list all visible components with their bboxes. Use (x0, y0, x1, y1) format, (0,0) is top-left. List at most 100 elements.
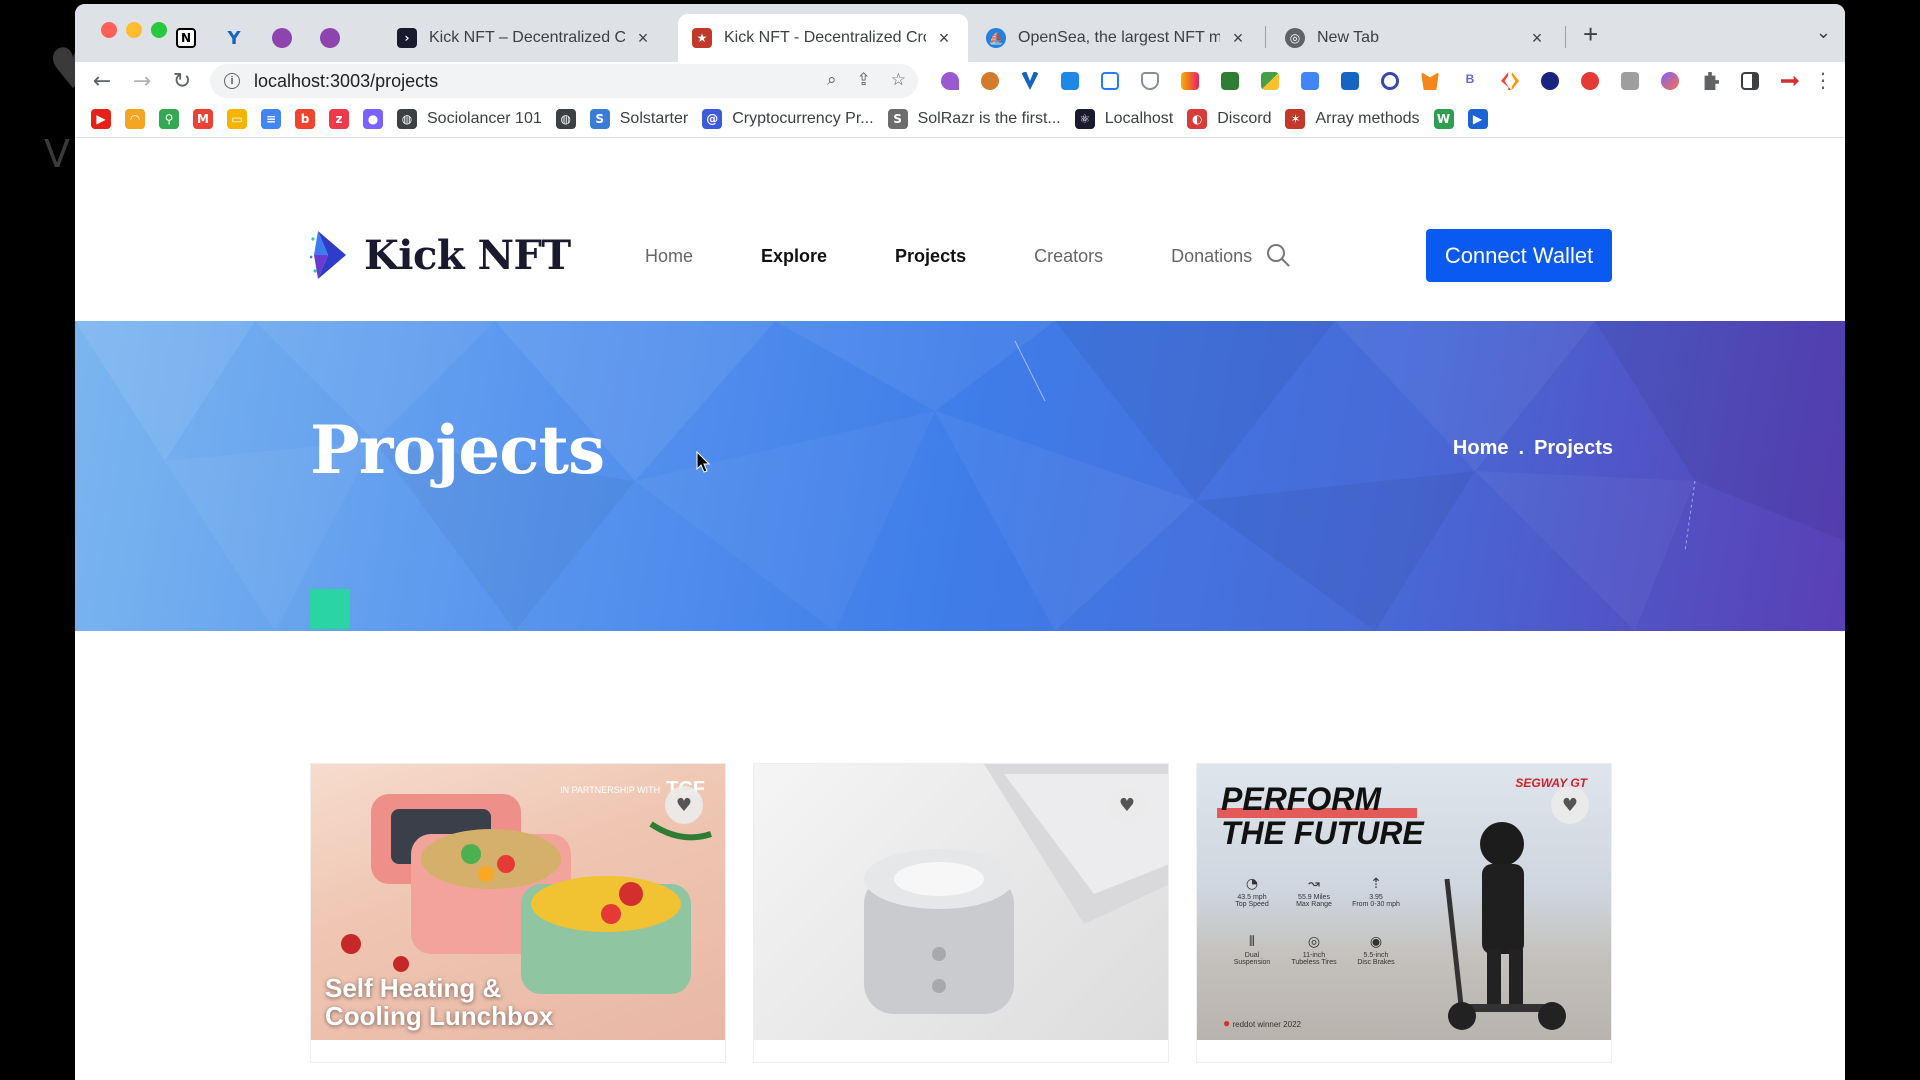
ext-shield-icon[interactable] (1137, 68, 1163, 94)
site-logo[interactable]: Kick NFT (310, 227, 571, 283)
react-icon: ⚛ (1074, 108, 1095, 129)
s-icon: S (887, 108, 908, 129)
bookmark-item[interactable]: ◍ Sociolancer 101 (397, 108, 542, 129)
search-icon[interactable] (1265, 242, 1291, 268)
bookmark-item[interactable]: @ Cryptocurrency Pr... (702, 108, 874, 129)
pinned-tab-podcast-2[interactable] (307, 18, 353, 58)
favorite-heart-icon[interactable]: ♥ (1108, 786, 1146, 824)
bookmark-item[interactable]: z (329, 108, 349, 129)
ext-purple-icon[interactable] (937, 68, 963, 94)
pinned-tab-podcast[interactable] (259, 18, 305, 58)
bookmark-item[interactable]: M (193, 108, 213, 129)
forward-icon[interactable]: → (127, 66, 157, 96)
breadcrumb-home[interactable]: Home (1453, 437, 1509, 460)
bookmark-item[interactable]: ✶ Array methods (1285, 108, 1420, 129)
scooter-photo[interactable]: PERFORM THE FUTURE SEGWAY GT ◔ 43.5 mph To… (1197, 764, 1611, 1040)
bookmark-item[interactable]: ◍ (555, 108, 576, 129)
bookmark-label: Cryptocurrency Pr... (732, 109, 874, 127)
ext-devtools-icon[interactable] (1617, 68, 1643, 94)
bookmark-item[interactable]: ▶ (1467, 108, 1488, 129)
tab-new-tab[interactable]: ◎ New Tab × (1271, 14, 1561, 62)
kick-nft-favicon: › (397, 28, 417, 48)
bookmark-item[interactable]: ◠ (125, 108, 145, 129)
bookmark-item[interactable]: ⚲ (159, 108, 179, 129)
opensea-favicon: ⛵ (986, 28, 1006, 48)
slides-icon: ▭ (227, 108, 247, 129)
tab-search-chevron-icon[interactable]: ⌄ (1816, 22, 1831, 43)
nav-creators[interactable]: Creators (1034, 246, 1103, 267)
address-bar[interactable]: i localhost:3003/projects ⌕ ⇪ ☆ (210, 64, 918, 98)
ext-red-circle-icon[interactable] (1577, 68, 1603, 94)
ext-circle-icon[interactable] (1377, 68, 1403, 94)
bookmark-item[interactable]: ◐ Discord (1187, 108, 1271, 129)
bookmark-item[interactable]: ▶ (91, 108, 111, 129)
ext-vee-icon[interactable] (1017, 68, 1043, 94)
reload-icon[interactable]: ↻ (167, 66, 197, 96)
metamask-icon[interactable] (1417, 68, 1443, 94)
favorite-heart-icon[interactable]: ♥ (1551, 786, 1589, 824)
bookmark-item[interactable]: S SolRazr is the first... (887, 108, 1061, 129)
bookmark-label: SolRazr is the first... (917, 109, 1061, 127)
ext-arrow-icon[interactable] (1777, 68, 1803, 94)
brake-icon: ◉ (1369, 934, 1383, 950)
ext-bookmark-icon[interactable] (1337, 68, 1363, 94)
nav-home[interactable]: Home (645, 246, 693, 267)
tab-kick-nft-1[interactable]: › Kick NFT – Decentralized Crow × (383, 14, 667, 62)
zoom-icon[interactable]: ⌕ (827, 70, 837, 90)
close-tab-icon[interactable]: × (1228, 28, 1248, 48)
project-card[interactable]: PERFORM THE FUTURE SEGWAY GT ◔ 43.5 mph To… (1196, 763, 1612, 1063)
bookmark-item[interactable]: ⚛ Localhost (1074, 108, 1173, 129)
chrome-favicon: ◎ (1285, 28, 1305, 48)
minimize-window-button[interactable] (126, 22, 142, 38)
bookmark-item[interactable]: ● (363, 108, 383, 129)
project-card[interactable]: ♥ (753, 763, 1169, 1063)
bookmark-item[interactable]: b (295, 108, 315, 129)
nav-explore[interactable]: Explore (761, 246, 827, 267)
tab-opensea[interactable]: ⛵ OpenSea, the largest NFT mark × (972, 14, 1262, 62)
site-info-icon[interactable]: i (224, 73, 240, 89)
ext-pen-icon[interactable] (1057, 68, 1083, 94)
bookmark-star-icon[interactable]: ☆ (891, 70, 906, 90)
bookmark-item[interactable]: ≡ (261, 108, 281, 129)
tab-kick-nft-2[interactable]: ★ Kick NFT - Decentralized Crow × (678, 14, 968, 62)
spec-item: ◉ 5.5-inch Disc Brakes (1345, 934, 1407, 966)
close-tab-icon[interactable]: × (934, 28, 954, 48)
podcast-icon-2 (320, 28, 340, 48)
pinned-tab-vee[interactable]: Y (211, 18, 257, 58)
lunchbox-photo[interactable]: IN PARTNERSHIP WITH TCF Self Heating & C… (311, 764, 725, 1040)
browser-menu-icon[interactable]: ⋮ (1813, 68, 1833, 92)
close-tab-icon[interactable]: × (1527, 28, 1547, 48)
ext-b-icon[interactable]: B (1457, 68, 1483, 94)
back-icon[interactable]: ← (87, 66, 117, 96)
favorite-heart-icon[interactable]: ♥ (665, 786, 703, 824)
ext-circles-icon[interactable] (1657, 68, 1683, 94)
new-tab-button[interactable]: + (1583, 21, 1598, 47)
globe-icon: ◍ (397, 108, 417, 129)
ext-w-icon[interactable] (1177, 68, 1203, 94)
speaker-illustration (864, 764, 1168, 1014)
bookmark-item[interactable]: W (1433, 108, 1454, 129)
ext-gear-icon[interactable] (977, 68, 1003, 94)
share-icon[interactable]: ⇪ (857, 70, 871, 90)
nav-projects[interactable]: Projects (895, 246, 966, 267)
bookmark-item[interactable]: S Solstarter (589, 108, 688, 129)
close-tab-icon[interactable]: × (633, 28, 653, 48)
pinned-tab-notion[interactable]: N (163, 18, 209, 58)
side-panel-icon[interactable] (1737, 68, 1763, 94)
brand-name: Kick NFT (364, 231, 571, 279)
ext-dollar-icon[interactable] (1217, 68, 1243, 94)
speaker-photo[interactable]: ♥ (754, 764, 1168, 1040)
bookmark-item[interactable]: ▭ (227, 108, 247, 129)
close-window-button[interactable] (101, 22, 117, 38)
ext-reader-icon[interactable] (1097, 68, 1123, 94)
extensions-puzzle-icon[interactable] (1697, 68, 1723, 94)
ext-code-icon[interactable] (1497, 68, 1523, 94)
nav-donations[interactable]: Donations (1171, 246, 1252, 267)
url-text: localhost:3003/projects (254, 70, 439, 91)
ext-grid-icon[interactable] (1257, 68, 1283, 94)
v-watermark-icon: V (44, 132, 70, 176)
ext-badge-icon[interactable] (1537, 68, 1563, 94)
connect-wallet-button[interactable]: Connect Wallet (1426, 229, 1612, 282)
ext-translate-icon[interactable] (1297, 68, 1323, 94)
project-card[interactable]: IN PARTNERSHIP WITH TCF Self Heating & C… (310, 763, 726, 1063)
